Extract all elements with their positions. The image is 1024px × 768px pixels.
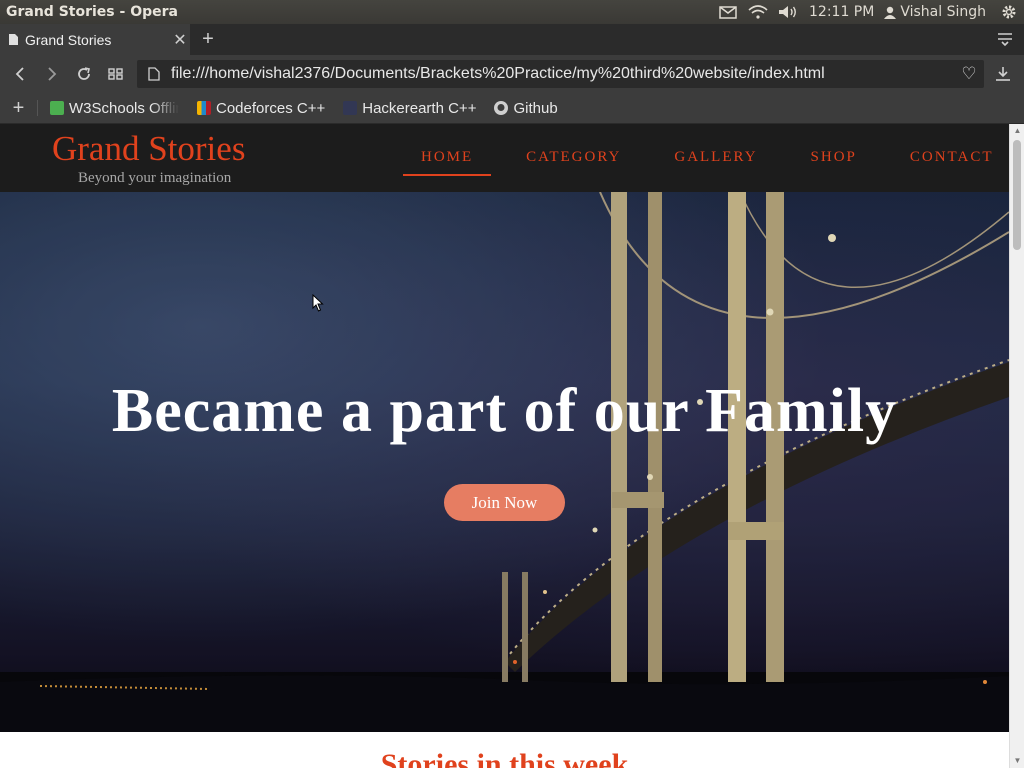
bookmark-label: W3Schools Offline [69, 99, 179, 117]
w3schools-icon [50, 101, 64, 115]
volume-icon[interactable] [773, 0, 803, 24]
hero-overlay [0, 192, 1009, 732]
window-title: Grand Stories - Opera [6, 4, 178, 20]
user-menu[interactable]: Vishal Singh [884, 4, 994, 20]
bookmark-label: Github [513, 99, 558, 117]
page-viewport: Grand Stories Beyond your imagination HO… [0, 124, 1009, 768]
tab-bar: Grand Stories ✕ + [0, 24, 1024, 55]
user-name: Vishal Singh [900, 4, 986, 20]
chevron-left-icon [15, 67, 24, 81]
page-scrollbar[interactable]: ▲ ▼ [1009, 124, 1024, 768]
scroll-down-icon[interactable]: ▼ [1013, 757, 1022, 765]
main-nav: HOME CATEGORY GALLERY SHOP CONTACT [403, 148, 1009, 176]
os-top-bar: Grand Stories - Opera 12:11 PM Vishal Si… [0, 0, 1024, 24]
github-icon [494, 101, 509, 115]
speed-dial-button[interactable] [106, 64, 126, 84]
mouse-cursor-icon [312, 294, 324, 312]
scroll-thumb[interactable] [1013, 140, 1021, 250]
scroll-up-icon[interactable]: ▲ [1013, 127, 1022, 135]
tab-menu-icon[interactable] [996, 31, 1014, 47]
hackerearth-icon [343, 101, 358, 115]
heart-icon[interactable]: ♡ [954, 64, 984, 84]
site-tagline: Beyond your imagination [78, 170, 232, 186]
bookmark-codeforces[interactable]: Codeforces C++ [197, 100, 325, 117]
hero-title: Became a part of our Family [111, 377, 898, 445]
nav-category[interactable]: CATEGORY [508, 148, 639, 176]
download-icon[interactable] [994, 65, 1012, 83]
reload-button[interactable] [74, 64, 94, 84]
reload-icon [78, 67, 90, 80]
close-tab-icon[interactable]: ✕ [170, 30, 190, 50]
nav-contact[interactable]: CONTACT [892, 148, 1009, 176]
mail-icon[interactable] [713, 0, 743, 24]
codeforces-icon [197, 101, 211, 115]
nav-home[interactable]: HOME [403, 148, 492, 176]
tab-grand-stories[interactable]: Grand Stories ✕ [0, 24, 190, 55]
hero-section: Became a part of our Family Join Now [0, 192, 1009, 732]
forward-button[interactable] [42, 64, 62, 84]
file-icon [148, 67, 160, 81]
stories-section: Stories in this week [0, 732, 1009, 768]
site-logo[interactable]: Grand Stories [52, 129, 245, 169]
site-header: Grand Stories Beyond your imagination HO… [0, 124, 1009, 192]
grid-icon [108, 68, 123, 80]
tab-title: Grand Stories [25, 31, 112, 48]
new-tab-button[interactable]: + [197, 27, 219, 51]
wifi-icon[interactable] [743, 0, 773, 24]
bookmark-label: Hackerearth C++ [362, 99, 477, 117]
bookmarks-bar: + W3Schools Offline Codeforces C++ Hacke… [0, 93, 1024, 124]
add-bookmark-button[interactable]: + [0, 98, 38, 118]
address-bar: file:///home/vishal2376/Documents/Bracke… [0, 55, 1024, 93]
join-now-button[interactable]: Join Now [444, 484, 565, 521]
bookmark-github[interactable]: Github [494, 99, 558, 117]
bookmark-hackerearth[interactable]: Hackerearth C++ [343, 100, 476, 117]
nav-gallery[interactable]: GALLERY [656, 148, 775, 176]
url-text[interactable]: file:///home/vishal2376/Documents/Bracke… [171, 65, 954, 83]
clock[interactable]: 12:11 PM [803, 4, 884, 20]
back-button[interactable] [10, 64, 30, 84]
section-title: Stories in this week [380, 748, 629, 768]
bookmark-label: Codeforces C++ [216, 99, 326, 117]
page-icon [9, 34, 18, 45]
nav-shop[interactable]: SHOP [793, 148, 875, 176]
chevron-right-icon [48, 67, 57, 81]
os-indicators: 12:11 PM Vishal Singh [713, 0, 1024, 24]
settings-icon[interactable] [994, 0, 1024, 24]
bookmark-w3schools[interactable]: W3Schools Offline [50, 100, 179, 117]
user-icon [884, 6, 897, 19]
url-field[interactable]: file:///home/vishal2376/Documents/Bracke… [137, 60, 984, 88]
